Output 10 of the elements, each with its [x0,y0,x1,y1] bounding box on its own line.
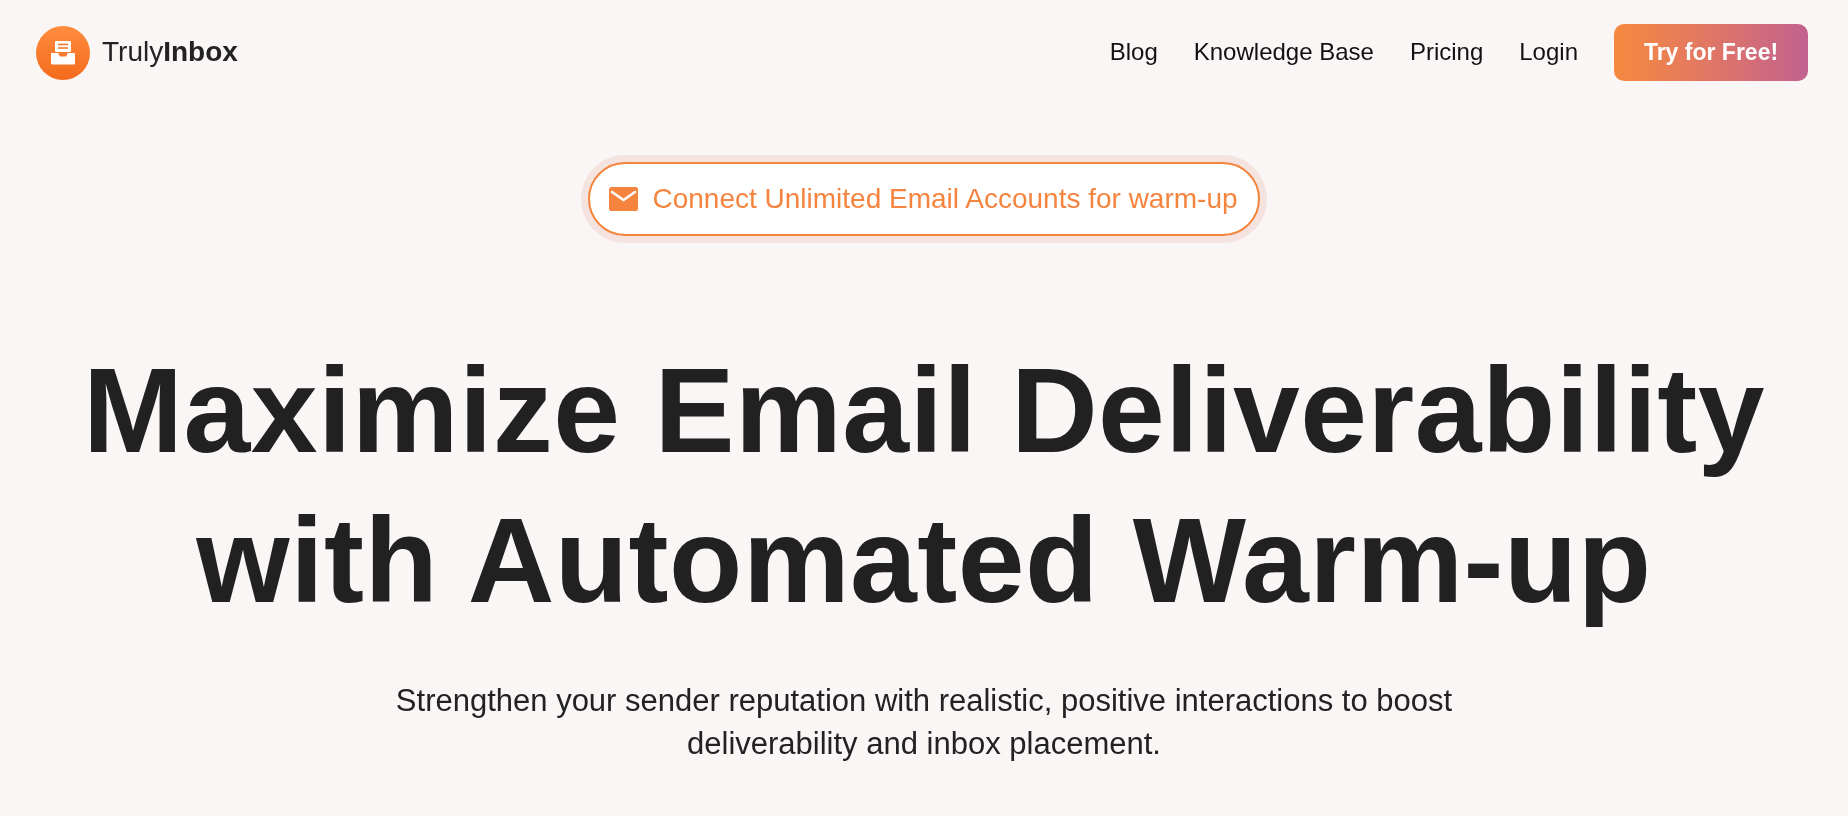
nav-link[interactable]: Knowledge Base [1193,38,1374,67]
brand-wordmark[interactable]: TrulyInbox [102,36,238,69]
nav-link[interactable]: Pricing [1409,38,1484,67]
nav-link[interactable]: Login [1519,38,1578,67]
inbox-tray-logo-icon [36,25,90,80]
hero-subtitle: Strengthen your sender reputation with realistic, positive interactions to boost deliverability and inbox placement. [394,682,1454,763]
envelope-icon [609,187,639,211]
hero-headline: Maximize Email Deliverability with Automated Warm-up [82,342,1766,629]
announcement-text: Connect Unlimited Email Accounts for warm-up [652,183,1238,215]
nav-link[interactable]: Blog [1109,38,1158,67]
